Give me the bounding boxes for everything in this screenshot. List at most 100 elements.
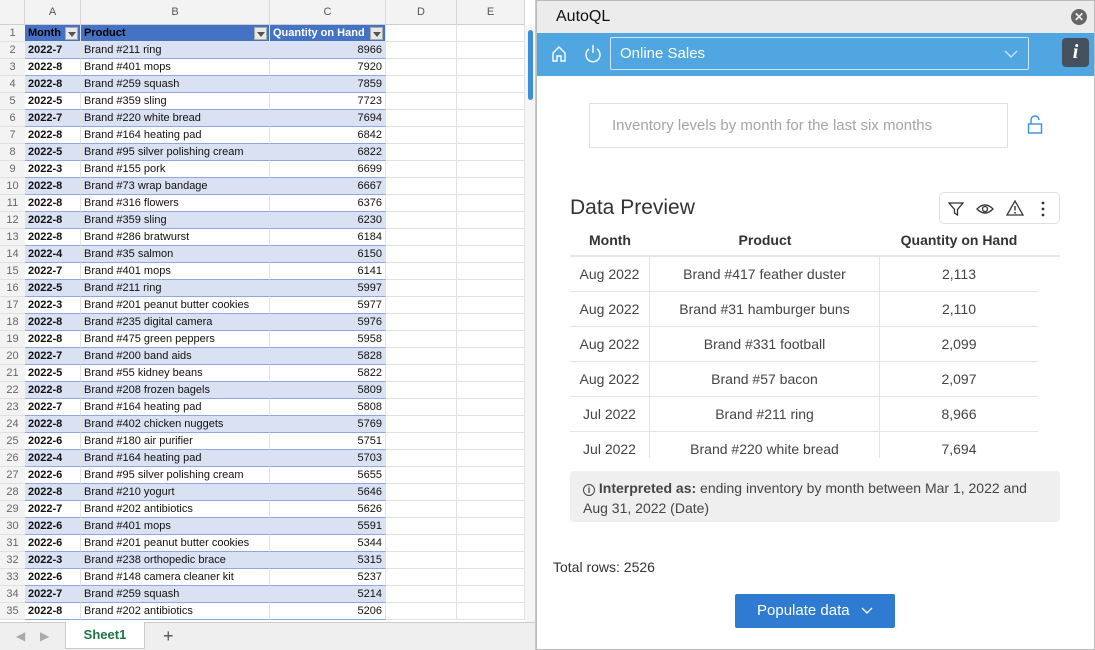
filter-icon[interactable] [948,201,964,217]
row-number[interactable]: 32 [0,552,25,569]
cell-quantity[interactable]: 7859 [270,76,386,93]
row-number[interactable]: 6 [0,110,25,127]
more-options-icon[interactable] [1040,201,1046,217]
row-number[interactable]: 27 [0,467,25,484]
column-header-C[interactable]: C [270,0,386,25]
column-header-E[interactable]: E [457,0,525,25]
cell-product[interactable]: Brand #238 orthopedic brace [81,552,270,569]
row-number[interactable]: 31 [0,535,25,552]
data-source-select[interactable]: Online Sales [610,37,1029,70]
cell-product[interactable]: Brand #210 yogurt [81,484,270,501]
cell-empty[interactable] [386,569,457,586]
row-number[interactable]: 11 [0,195,25,212]
cell-empty[interactable] [457,110,525,127]
preview-col-quantity[interactable]: Quantity on Hand [880,232,1038,257]
cell-product[interactable]: Brand #259 squash [81,76,270,93]
row-number[interactable]: 28 [0,484,25,501]
cell-month[interactable]: Month [25,25,81,42]
cell-empty[interactable] [386,25,457,42]
cell-product[interactable]: Brand #211 ring [81,42,270,59]
cell-empty[interactable] [386,467,457,484]
info-button[interactable]: i [1062,38,1089,67]
cell-empty[interactable] [457,467,525,484]
cell-empty[interactable] [386,484,457,501]
row-number[interactable]: 12 [0,212,25,229]
cell-product[interactable]: Brand #201 peanut butter cookies [81,535,270,552]
cell-month[interactable]: 2022-7 [25,110,81,127]
cell-empty[interactable] [386,212,457,229]
cell-empty[interactable] [457,229,525,246]
cell-empty[interactable] [386,229,457,246]
cell-product[interactable]: Brand #202 antibiotics [81,603,270,620]
row-number[interactable]: 13 [0,229,25,246]
column-header-A[interactable]: A [25,0,81,25]
cell-quantity[interactable]: 6667 [270,178,386,195]
cell-empty[interactable] [386,59,457,76]
row-number[interactable]: 2 [0,42,25,59]
cell-empty[interactable] [457,518,525,535]
cell-empty[interactable] [457,93,525,110]
prev-sheet-icon[interactable]: ◀ [16,629,25,643]
row-number[interactable]: 29 [0,501,25,518]
cell-empty[interactable] [386,535,457,552]
row-number[interactable]: 9 [0,161,25,178]
unlock-icon[interactable] [1027,115,1043,135]
cell-empty[interactable] [457,144,525,161]
cell-product[interactable]: Brand #202 antibiotics [81,501,270,518]
cell-month[interactable]: 2022-6 [25,518,81,535]
cell-month[interactable]: 2022-6 [25,467,81,484]
cell-empty[interactable] [457,501,525,518]
cell-product[interactable]: Brand #95 silver polishing cream [81,144,270,161]
cell-month[interactable]: 2022-3 [25,552,81,569]
row-number[interactable]: 7 [0,127,25,144]
cell-quantity[interactable]: 5626 [270,501,386,518]
row-number[interactable]: 10 [0,178,25,195]
cell-product[interactable]: Brand #220 white bread [81,110,270,127]
cell-quantity[interactable]: 6184 [270,229,386,246]
cell-empty[interactable] [386,144,457,161]
column-header-D[interactable]: D [386,0,457,25]
cell-month[interactable]: 2022-8 [25,76,81,93]
cell-month[interactable]: 2022-8 [25,195,81,212]
filter-dropdown-icon[interactable] [254,27,267,40]
cell-product[interactable]: Product [81,25,270,42]
power-icon[interactable] [584,44,602,64]
cell-product[interactable]: Brand #148 camera cleaner kit [81,569,270,586]
cell-product[interactable]: Brand #286 bratwurst [81,229,270,246]
cell-empty[interactable] [457,484,525,501]
cell-quantity[interactable]: 7723 [270,93,386,110]
cell-quantity[interactable]: 5646 [270,484,386,501]
preview-col-product[interactable]: Product [650,232,880,257]
cell-month[interactable]: 2022-7 [25,586,81,603]
cell-quantity[interactable]: 8966 [270,42,386,59]
cell-quantity[interactable]: 5214 [270,586,386,603]
cell-month[interactable]: 2022-8 [25,212,81,229]
cell-empty[interactable] [457,552,525,569]
cell-product[interactable]: Brand #316 flowers [81,195,270,212]
row-number[interactable]: 35 [0,603,25,620]
row-number[interactable]: 30 [0,518,25,535]
column-header-B[interactable]: B [81,0,270,25]
add-sheet-button[interactable]: + [163,626,174,647]
cell-empty[interactable] [386,552,457,569]
cell-product[interactable]: Brand #401 mops [81,59,270,76]
eye-icon[interactable] [976,201,994,217]
cell-month[interactable]: 2022-8 [25,484,81,501]
cell-quantity[interactable]: 6230 [270,212,386,229]
next-sheet-icon[interactable]: ▶ [40,629,49,643]
cell-product[interactable]: Brand #259 squash [81,586,270,603]
row-number[interactable]: 5 [0,93,25,110]
cell-quantity[interactable]: 6822 [270,144,386,161]
cell-empty[interactable] [457,42,525,59]
cell-month[interactable]: 2022-3 [25,161,81,178]
populate-data-button[interactable]: Populate data [735,594,895,628]
cell-quantity[interactable]: 6376 [270,195,386,212]
cell-empty[interactable] [386,161,457,178]
row-number[interactable]: 4 [0,76,25,93]
cell-product[interactable]: Brand #73 wrap bandage [81,178,270,195]
cell-empty[interactable] [457,195,525,212]
cell-quantity[interactable]: 5591 [270,518,386,535]
cell-month[interactable]: 2022-7 [25,42,81,59]
cell-month[interactable]: 2022-5 [25,144,81,161]
query-input[interactable]: Inventory levels by month for the last s… [589,103,1008,148]
